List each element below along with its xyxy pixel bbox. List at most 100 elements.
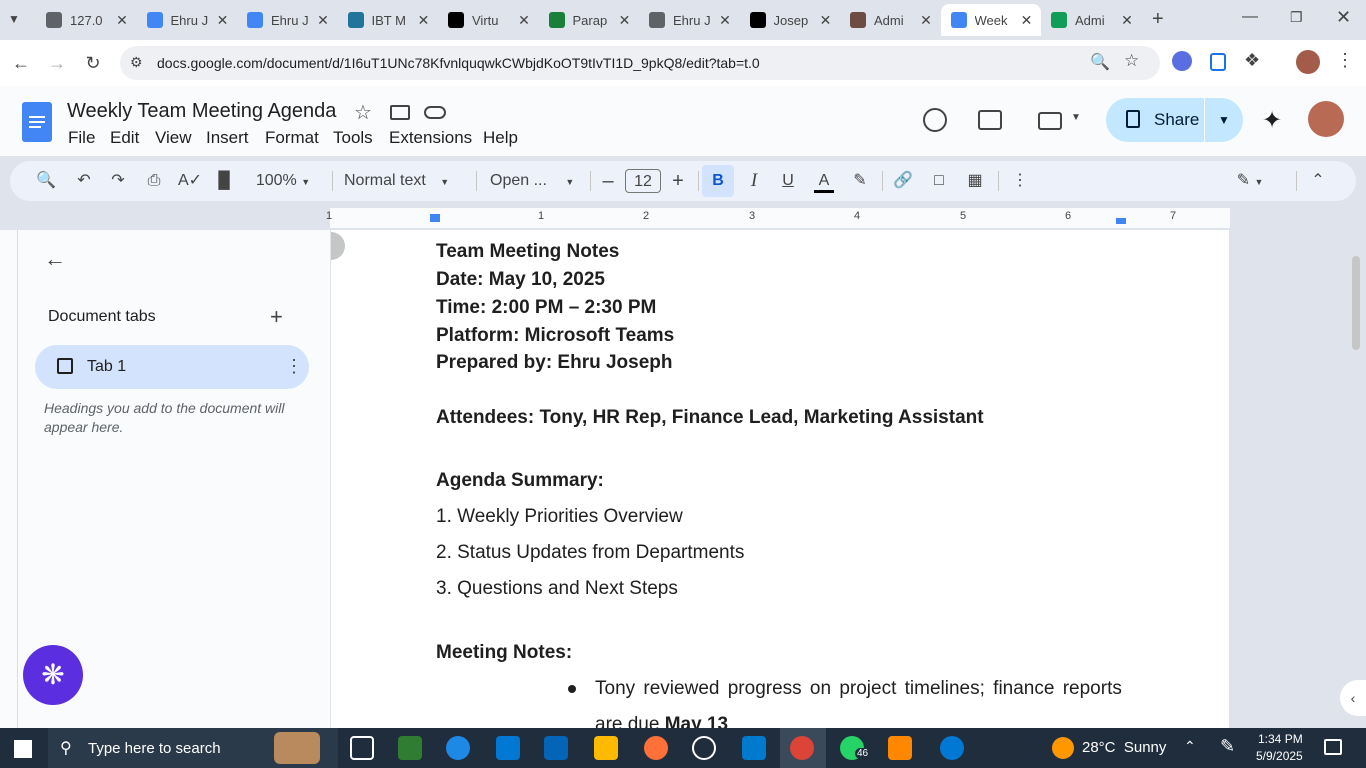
weather-text[interactable]: 28°C Sunny	[1082, 739, 1166, 756]
taskbar-search[interactable]: ⚲ Type here to search	[48, 728, 338, 768]
docs-logo-icon[interactable]	[22, 102, 52, 142]
font-select[interactable]: Open ... ▼	[490, 169, 576, 193]
vlc-icon[interactable]	[888, 736, 912, 760]
extension-icon-2[interactable]	[1210, 53, 1226, 71]
close-window-button[interactable]: ✕	[1336, 7, 1351, 28]
italic-icon[interactable]: I	[744, 169, 764, 193]
tab-close-icon[interactable]: ✕	[1019, 12, 1035, 29]
chrome-icon[interactable]	[790, 736, 814, 760]
tab-close-icon[interactable]: ✕	[315, 12, 331, 29]
print-icon[interactable]: ⎙	[144, 169, 164, 193]
notification-icon[interactable]	[1324, 739, 1342, 755]
menu-insert[interactable]: Insert	[206, 128, 249, 148]
history-icon[interactable]	[923, 108, 947, 132]
edge-icon[interactable]	[446, 736, 470, 760]
browser-tab[interactable]: Ehru J ✕	[237, 4, 337, 36]
menu-extensions[interactable]: Extensions	[389, 128, 472, 148]
browser-tab[interactable]: Ehru J ✕	[137, 4, 237, 36]
right-indent-marker[interactable]	[1116, 218, 1126, 224]
meet-dropdown-icon[interactable]: ▼	[1071, 112, 1081, 123]
smart-chip-icon[interactable]	[331, 232, 345, 260]
vertical-scrollbar[interactable]	[1352, 256, 1360, 350]
redo-icon[interactable]: ↷	[108, 169, 128, 193]
collapse-icon[interactable]: ⌃	[1308, 169, 1328, 193]
vertical-ruler[interactable]	[0, 230, 18, 728]
sidebar-item-tab-1[interactable]: Tab 1 ⋮	[35, 345, 309, 389]
minimize-button[interactable]: —	[1242, 8, 1258, 26]
spellcheck-icon[interactable]: A✓	[178, 169, 202, 193]
image-icon[interactable]: ▦	[964, 169, 986, 193]
help-icon[interactable]	[940, 736, 964, 760]
menu-file[interactable]: File	[68, 128, 95, 148]
menu-tools[interactable]: Tools	[333, 128, 373, 148]
gemini-icon[interactable]: ✦	[1262, 106, 1282, 135]
tab-close-icon[interactable]: ✕	[717, 12, 733, 29]
text-color-icon[interactable]: A	[814, 169, 834, 193]
extension-icon[interactable]	[1172, 51, 1192, 71]
browser-menu-icon[interactable]: ⋮	[1336, 50, 1354, 71]
share-button[interactable]: Share ▼	[1106, 98, 1243, 142]
horizontal-ruler[interactable]: 1 1 2 3 4 5 6 7	[326, 208, 1230, 228]
url-text[interactable]: docs.google.com/document/d/1I6uT1UNc78Kf…	[157, 55, 760, 71]
folder-icon[interactable]	[390, 105, 410, 120]
cloud-icon[interactable]	[424, 106, 446, 119]
app-icon-1[interactable]	[398, 736, 422, 760]
font-size-input[interactable]: 12	[625, 169, 661, 193]
browser-tab[interactable]: Admi ✕	[840, 4, 940, 36]
underline-icon[interactable]: U	[778, 169, 798, 193]
undo-icon[interactable]: ↶	[74, 169, 94, 193]
browser-tab[interactable]: Week ✕	[940, 4, 1041, 36]
star-icon[interactable]: ☆	[354, 100, 372, 125]
zoom-select[interactable]: 100% ▼	[250, 169, 316, 193]
browser-tab[interactable]: Virtu ✕	[438, 4, 538, 36]
document-title[interactable]: Weekly Team Meeting Agenda	[67, 100, 336, 123]
restore-button[interactable]: ❐	[1290, 9, 1303, 26]
vscode-icon[interactable]	[742, 736, 766, 760]
tab-close-icon[interactable]: ✕	[1119, 12, 1135, 29]
paint-format-icon[interactable]: █	[214, 169, 234, 193]
comments-icon[interactable]	[978, 110, 1002, 130]
menu-help[interactable]: Help	[483, 128, 518, 148]
menu-edit[interactable]: Edit	[110, 128, 139, 148]
tab-close-icon[interactable]: ✕	[516, 12, 532, 29]
browser-tab[interactable]: 127.0 ✕	[36, 4, 136, 36]
tab-search-icon[interactable]: ▼	[8, 12, 20, 26]
increase-font-size-button[interactable]: +	[668, 169, 688, 193]
zoom-icon[interactable]: 🔍	[1090, 52, 1110, 72]
share-dropdown-icon[interactable]: ▼	[1218, 113, 1230, 127]
more-icon[interactable]: ⋮	[1010, 169, 1030, 193]
decrease-font-size-button[interactable]: –	[598, 169, 618, 193]
browser-tab[interactable]: Parap ✕	[539, 4, 639, 36]
new-tab-button[interactable]: +	[1152, 8, 1164, 31]
task-view-icon[interactable]	[350, 736, 374, 760]
firefox-icon[interactable]	[644, 736, 668, 760]
menu-format[interactable]: Format	[265, 128, 319, 148]
account-avatar[interactable]	[1308, 101, 1344, 137]
document-page[interactable]: Team Meeting Notes Date: May 10, 2025 Ti…	[331, 230, 1229, 728]
side-panel-toggle-icon[interactable]: ‹	[1340, 680, 1366, 716]
tab-close-icon[interactable]: ✕	[617, 12, 633, 29]
style-select[interactable]: Normal text ▼	[344, 169, 460, 193]
bold-icon[interactable]: B	[702, 165, 734, 197]
add-tab-button[interactable]: +	[270, 304, 283, 330]
store-icon[interactable]	[496, 736, 520, 760]
windows-start-icon[interactable]	[14, 740, 32, 758]
highlight-icon[interactable]: ✎	[850, 169, 870, 193]
forward-button[interactable]: →	[44, 50, 70, 76]
browser-tab[interactable]: Josep ✕	[740, 4, 840, 36]
search-icon[interactable]: 🔍	[36, 169, 56, 193]
browser-tab[interactable]: Ehru J ✕	[639, 4, 739, 36]
chatgpt-icon[interactable]	[692, 736, 716, 760]
menu-view[interactable]: View	[155, 128, 192, 148]
tab-close-icon[interactable]: ✕	[114, 12, 130, 29]
tab-close-icon[interactable]: ✕	[818, 12, 834, 29]
extension-floating-button[interactable]: ❋	[23, 645, 83, 705]
reload-button[interactable]: ↻	[80, 50, 106, 76]
clock-time[interactable]: 1:34 PM	[1258, 732, 1303, 746]
clock-date[interactable]: 5/9/2025	[1256, 749, 1303, 763]
profile-avatar[interactable]	[1296, 50, 1320, 74]
browser-tab[interactable]: IBT M ✕	[338, 4, 438, 36]
tab-options-icon[interactable]: ⋮	[285, 356, 303, 377]
browser-tab[interactable]: Admi ✕	[1041, 4, 1141, 36]
tray-chevron-icon[interactable]: ⌃	[1184, 738, 1196, 755]
